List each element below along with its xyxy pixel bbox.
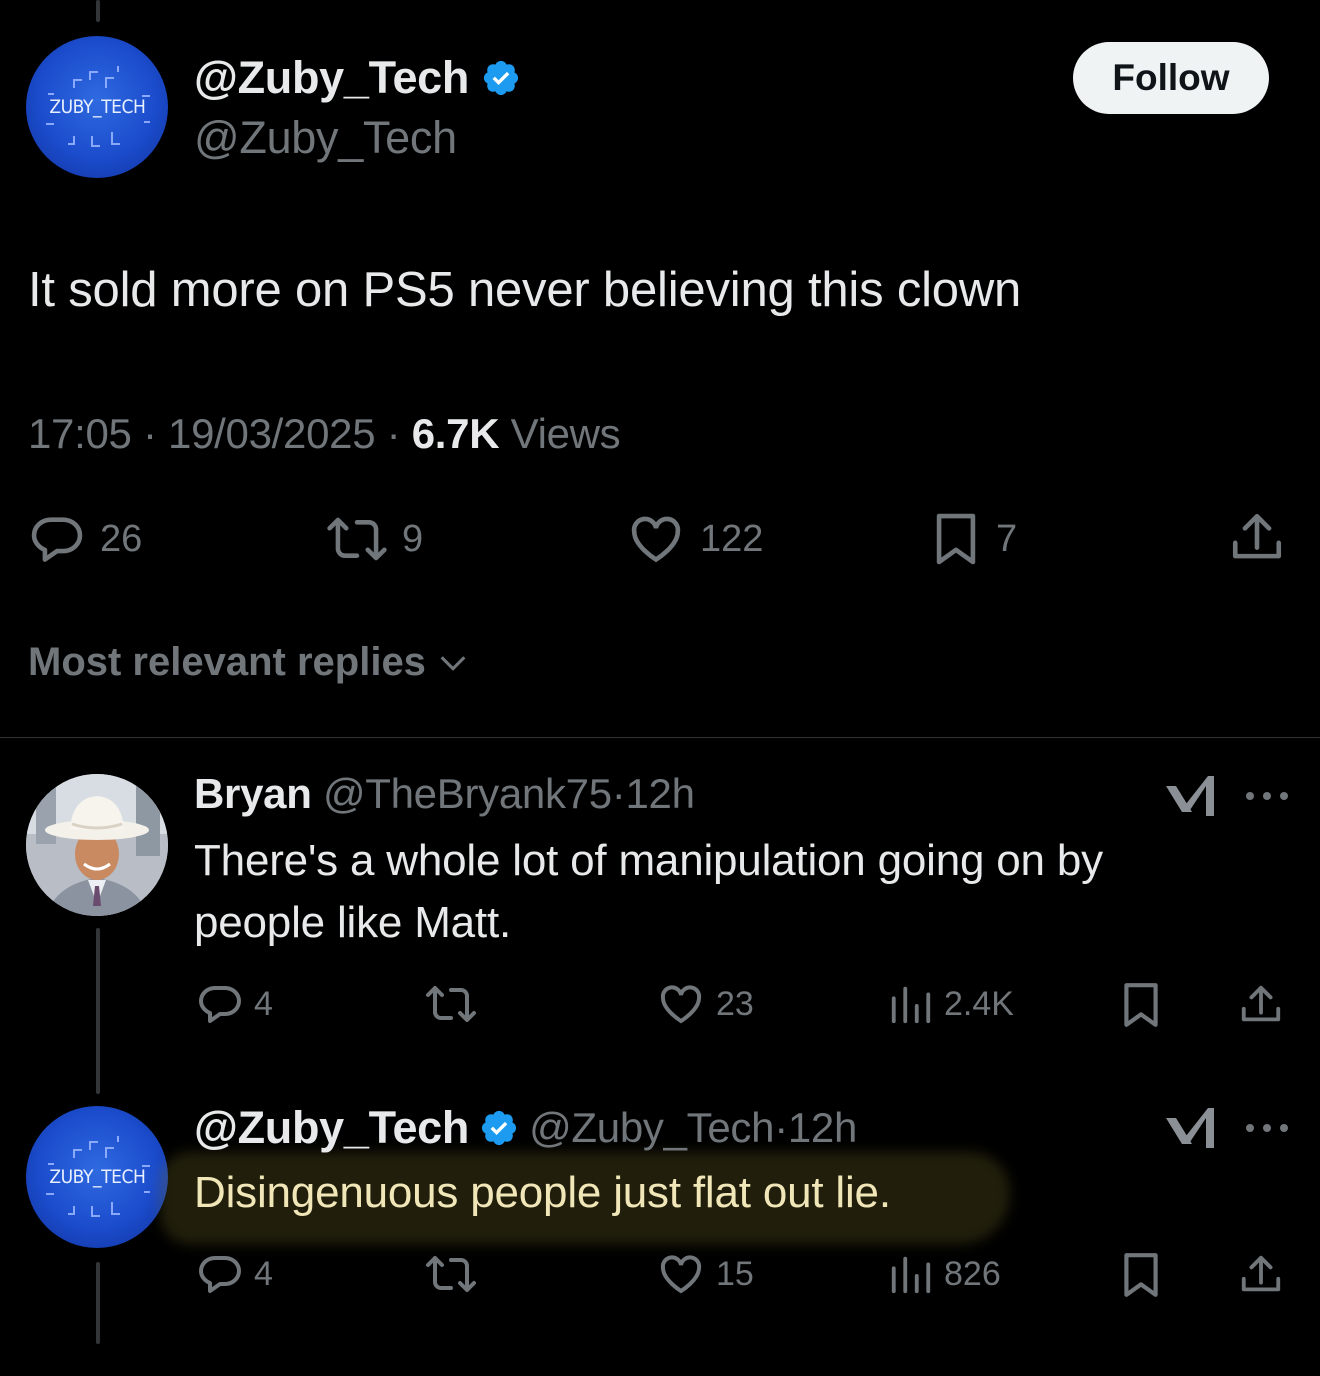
like-button[interactable]: 122 xyxy=(626,510,763,568)
bookmark-button[interactable] xyxy=(1120,980,1162,1030)
verified-badge-icon xyxy=(482,1110,517,1146)
share-icon xyxy=(1232,513,1282,559)
analytics-icon xyxy=(891,986,931,1024)
repost-icon xyxy=(327,517,387,561)
reply-icon xyxy=(199,986,241,1023)
repost-icon xyxy=(426,1256,476,1292)
heart-icon xyxy=(660,1255,702,1294)
section-divider xyxy=(0,737,1320,738)
repost-button[interactable] xyxy=(424,1250,478,1298)
analytics-icon xyxy=(891,1256,931,1294)
views-count: 6.7K xyxy=(411,410,500,457)
header-separator: · xyxy=(611,770,626,817)
heart-icon xyxy=(631,516,681,563)
bookmark-icon xyxy=(1124,983,1158,1027)
display-name-text: @Zuby_Tech xyxy=(194,52,470,103)
share-button[interactable] xyxy=(1238,1250,1284,1300)
like-count: 15 xyxy=(716,1254,754,1293)
views-count: 826 xyxy=(944,1254,1001,1293)
like-count: 122 xyxy=(700,517,764,560)
bookmark-count: 7 xyxy=(996,517,1018,560)
like-button[interactable]: 15 xyxy=(656,1250,754,1298)
thread-line-top xyxy=(96,0,100,22)
heart-icon xyxy=(660,985,702,1024)
meta-separator: · xyxy=(375,410,412,457)
reply-icon xyxy=(31,517,83,562)
reply-handle[interactable]: @Zuby_Tech xyxy=(529,1104,774,1152)
reply-button[interactable]: 26 xyxy=(28,510,142,568)
share-icon xyxy=(1241,1255,1281,1292)
tweet-text: It sold more on PS5 never believing this… xyxy=(28,263,1022,317)
replies-sort-dropdown[interactable]: Most relevant replies xyxy=(28,640,470,685)
zuby-tech-avatar[interactable]: ZUBY_TECH xyxy=(26,1106,168,1248)
reply-display-name[interactable]: @Zuby_Tech xyxy=(194,1102,469,1154)
views-button[interactable]: 826 xyxy=(888,1250,1001,1298)
more-options-icon[interactable] xyxy=(1244,1122,1290,1134)
tweet-date[interactable]: 19/03/2025 xyxy=(168,410,376,458)
repost-icon xyxy=(426,986,476,1022)
author-display-name[interactable]: @Zuby_Tech xyxy=(194,52,521,104)
like-button[interactable]: 23 xyxy=(656,980,754,1028)
reply-count: 4 xyxy=(254,984,273,1023)
header-separator: · xyxy=(774,1104,788,1151)
share-icon xyxy=(1241,985,1281,1022)
reply-handle[interactable]: @TheBryank75 xyxy=(323,770,612,818)
name-gap xyxy=(312,770,323,818)
bookmark-icon xyxy=(1124,1253,1158,1297)
reply-header: @Zuby_Tech @Zuby_Tech · 12h xyxy=(194,1102,857,1154)
follow-button[interactable]: Follow xyxy=(1073,42,1269,114)
grok-icon[interactable] xyxy=(1162,772,1216,822)
avatar-logo-text: ZUBY_TECH xyxy=(48,1166,146,1188)
author-handle[interactable]: @Zuby_Tech xyxy=(194,112,457,164)
reply-time[interactable]: 12h xyxy=(625,770,694,818)
chevron-down-icon xyxy=(440,655,466,671)
views-count: 2.4K xyxy=(944,984,1014,1023)
views-gap xyxy=(499,410,510,458)
bookmark-icon xyxy=(936,513,976,565)
views-label: Views xyxy=(510,410,621,457)
reply-text-line: Disingenuous people just flat out lie. xyxy=(194,1168,891,1217)
reply-text: Disingenuous people just flat out lie. xyxy=(194,1162,891,1224)
more-options-icon[interactable] xyxy=(1244,790,1290,802)
avatar-photo xyxy=(26,774,168,916)
views-button[interactable]: 2.4K xyxy=(888,980,1014,1028)
repost-button[interactable] xyxy=(424,980,478,1028)
grok-icon[interactable] xyxy=(1162,1104,1216,1154)
reply-display-name[interactable]: Bryan xyxy=(194,770,312,818)
thread-line xyxy=(96,1262,100,1344)
avatar-logo-text: ZUBY_TECH xyxy=(48,96,146,118)
tweet-time[interactable]: 17:05 xyxy=(28,410,132,458)
repost-button[interactable]: 9 xyxy=(326,510,423,568)
reply-count: 4 xyxy=(254,1254,273,1293)
reply-header: Bryan @TheBryank75 · 12h xyxy=(194,770,695,818)
reply-time[interactable]: 12h xyxy=(788,1104,857,1152)
tweet-thread-page: ZUBY_TECH @Zuby_Tech @Zuby_Tech Follow I… xyxy=(0,0,1320,1376)
share-button[interactable] xyxy=(1238,980,1284,1030)
like-count: 23 xyxy=(716,984,754,1023)
reply-text: There's a whole lot of manipulation goin… xyxy=(194,830,1103,954)
share-button[interactable] xyxy=(1228,508,1286,568)
reply-icon xyxy=(199,1256,241,1293)
reply-text-line: people like Matt. xyxy=(194,898,511,947)
reply-text-line: There's a whole lot of manipulation goin… xyxy=(194,836,1103,885)
bryan-avatar[interactable] xyxy=(26,774,168,916)
reply-count: 26 xyxy=(100,517,143,560)
bookmark-button[interactable] xyxy=(1120,1250,1162,1300)
thread-line xyxy=(96,928,100,1094)
reply-button[interactable]: 4 xyxy=(196,980,273,1028)
reply-button[interactable]: 4 xyxy=(196,1250,273,1298)
meta-separator: · xyxy=(131,410,169,457)
replies-sort-label: Most relevant replies xyxy=(28,640,426,684)
zuby-tech-avatar[interactable]: ZUBY_TECH xyxy=(26,36,168,178)
tweet-meta: 17:05 · 19/03/2025 · 6.7K Views xyxy=(28,410,621,458)
verified-badge-icon xyxy=(484,60,519,96)
repost-count: 9 xyxy=(402,517,424,560)
bookmark-button[interactable]: 7 xyxy=(930,510,1017,568)
